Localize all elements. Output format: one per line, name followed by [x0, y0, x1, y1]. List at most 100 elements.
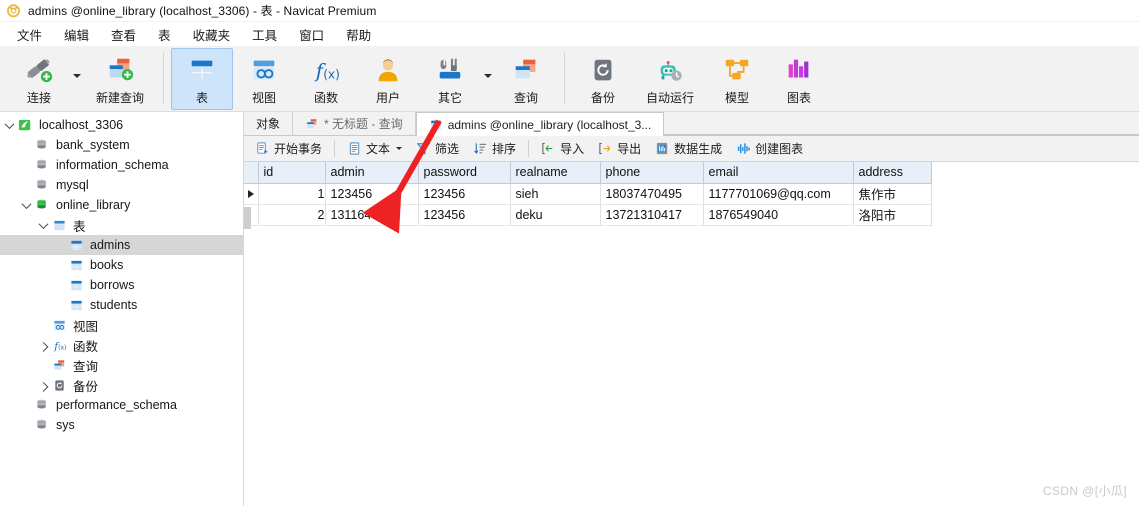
cell-admin[interactable]: 123456: [325, 183, 419, 205]
ribbon-view-button[interactable]: 视图: [233, 48, 295, 110]
row-selector-cell[interactable]: [244, 183, 259, 205]
menu-tools[interactable]: 工具: [241, 22, 288, 47]
cell-phone[interactable]: 18037470495: [600, 183, 704, 205]
window-title: admins @online_library (localhost_3306) …: [28, 4, 377, 18]
import-button[interactable]: 导入: [534, 138, 591, 160]
sidebar-item-books[interactable]: books: [0, 255, 243, 275]
chevron-down-icon[interactable]: [36, 218, 50, 229]
ribbon-new-query-button[interactable]: 新建查询: [84, 48, 156, 110]
menu-edit[interactable]: 编辑: [53, 22, 100, 47]
ribbon-connection-button[interactable]: 连接: [8, 48, 70, 110]
cell-realname[interactable]: deku: [510, 204, 601, 226]
sidebar-item-[interactable]: f (x) 函数: [0, 335, 243, 355]
chevron-down-icon[interactable]: [396, 147, 403, 150]
sidebar-item-performance_schema[interactable]: performance_schema: [0, 395, 243, 415]
sidebar-item-[interactable]: 视图: [0, 315, 243, 335]
database-icon: [33, 398, 52, 413]
filter-button[interactable]: 筛选: [409, 138, 466, 160]
chevron-down-icon[interactable]: [70, 48, 84, 110]
sidebar-item-mysql[interactable]: mysql: [0, 175, 243, 195]
server-icon: [16, 118, 35, 133]
ribbon-other-tools-button[interactable]: 其它: [419, 48, 481, 110]
action-label: 导出: [617, 142, 642, 156]
backup-icon: [587, 55, 619, 85]
menu-window[interactable]: 窗口: [288, 22, 335, 47]
tab-admins-table[interactable]: admins @online_library (localhost_3...: [415, 112, 665, 136]
table-folder-icon: [50, 218, 69, 233]
sidebar-item-label: 备份: [73, 379, 99, 394]
chevron-down-icon[interactable]: [481, 48, 495, 110]
cell-password[interactable]: 123456: [418, 183, 511, 205]
cell-admin[interactable]: 131164001: [325, 204, 419, 226]
sidebar-item-information_schema[interactable]: information_schema: [0, 155, 243, 175]
sort-button[interactable]: 排序: [466, 138, 523, 160]
ribbon-function-button[interactable]: f (x) 函数: [295, 48, 357, 110]
column-header-id[interactable]: id: [258, 162, 326, 184]
data-grid-area[interactable]: id admin password realname phone email address…: [244, 162, 1139, 506]
ribbon-user-button[interactable]: 用户: [357, 48, 419, 110]
text-button[interactable]: 文本: [340, 138, 409, 160]
ribbon-automation-button[interactable]: 自动运行: [634, 48, 706, 110]
chevron-right-icon[interactable]: [36, 341, 50, 352]
cell-address[interactable]: 焦作市: [853, 183, 932, 205]
grid-corner-cell: [244, 162, 259, 184]
chevron-down-icon[interactable]: [19, 198, 33, 209]
data-generation-icon: [655, 141, 670, 156]
menu-table[interactable]: 表: [147, 22, 182, 47]
table-row[interactable]: 1 123456 123456 sieh 18037470495 1177701069@q…: [244, 183, 932, 205]
menu-file[interactable]: 文件: [6, 22, 53, 47]
sidebar-item-label: 视图: [73, 319, 99, 334]
table-row[interactable]: 2 131164001 123456 deku 13721310417 187654904…: [244, 204, 932, 226]
database-icon: [33, 158, 52, 173]
column-header-address[interactable]: address: [853, 162, 932, 184]
chevron-right-icon[interactable]: [36, 381, 50, 392]
column-header-admin[interactable]: admin: [325, 162, 419, 184]
sidebar-item-students[interactable]: students: [0, 295, 243, 315]
sidebar-item-admins[interactable]: admins: [0, 235, 243, 255]
tab-untitled-query[interactable]: * 无标题 - 查询: [293, 112, 416, 135]
cell-id[interactable]: 2: [258, 204, 326, 226]
cell-id[interactable]: 1: [258, 183, 326, 205]
records-table[interactable]: id admin password realname phone email address…: [244, 162, 932, 226]
ribbon-table-button[interactable]: 表: [171, 48, 233, 110]
cell-email[interactable]: 1876549040: [703, 204, 854, 226]
column-header-email[interactable]: email: [703, 162, 854, 184]
chevron-down-icon[interactable]: [2, 118, 16, 129]
sidebar-item-online_library[interactable]: online_library: [0, 195, 243, 215]
ribbon-model-button[interactable]: 模型: [706, 48, 768, 110]
data-generation-button[interactable]: 数据生成: [648, 138, 729, 160]
sidebar-item-bank_system[interactable]: bank_system: [0, 135, 243, 155]
tab-objects[interactable]: 对象: [244, 112, 294, 135]
menu-favorites[interactable]: 收藏夹: [182, 22, 242, 47]
column-header-phone[interactable]: phone: [600, 162, 704, 184]
ribbon-button-label: 其它: [437, 91, 462, 105]
cell-realname[interactable]: sieh: [510, 183, 601, 205]
object-tree-sidebar[interactable]: localhost_3306 bank_system information_s…: [0, 112, 244, 506]
sidebar-item-sys[interactable]: sys: [0, 415, 243, 435]
table-icon: [429, 118, 443, 132]
cell-address[interactable]: 洛阳市: [853, 204, 932, 226]
column-header-realname[interactable]: realname: [510, 162, 601, 184]
svg-text:(x): (x): [323, 67, 340, 81]
vertical-scroll-nub[interactable]: [244, 207, 251, 229]
sidebar-item-[interactable]: 表: [0, 215, 243, 235]
sidebar-item-borrows[interactable]: borrows: [0, 275, 243, 295]
export-button[interactable]: 导出: [591, 138, 648, 160]
sidebar-item-label: localhost_3306: [39, 118, 124, 132]
ribbon-chart-button[interactable]: 图表: [768, 48, 830, 110]
menu-view[interactable]: 查看: [100, 22, 147, 47]
ribbon-backup-button[interactable]: 备份: [572, 48, 634, 110]
create-chart-button[interactable]: 创建图表: [729, 138, 810, 160]
cell-password[interactable]: 123456: [418, 204, 511, 226]
menu-help[interactable]: 帮助: [335, 22, 382, 47]
begin-transaction-button[interactable]: 开始事务: [248, 138, 329, 160]
sidebar-item-[interactable]: 备份: [0, 375, 243, 395]
column-header-password[interactable]: password: [418, 162, 511, 184]
sidebar-item-[interactable]: 查询: [0, 355, 243, 375]
text-icon: [347, 141, 362, 156]
sidebar-item-localhost_3306[interactable]: localhost_3306: [0, 115, 243, 135]
table-icon: [67, 298, 86, 313]
ribbon-query-button[interactable]: 查询: [495, 48, 557, 110]
cell-phone[interactable]: 13721310417: [600, 204, 704, 226]
cell-email[interactable]: 1177701069@qq.com: [703, 183, 854, 205]
